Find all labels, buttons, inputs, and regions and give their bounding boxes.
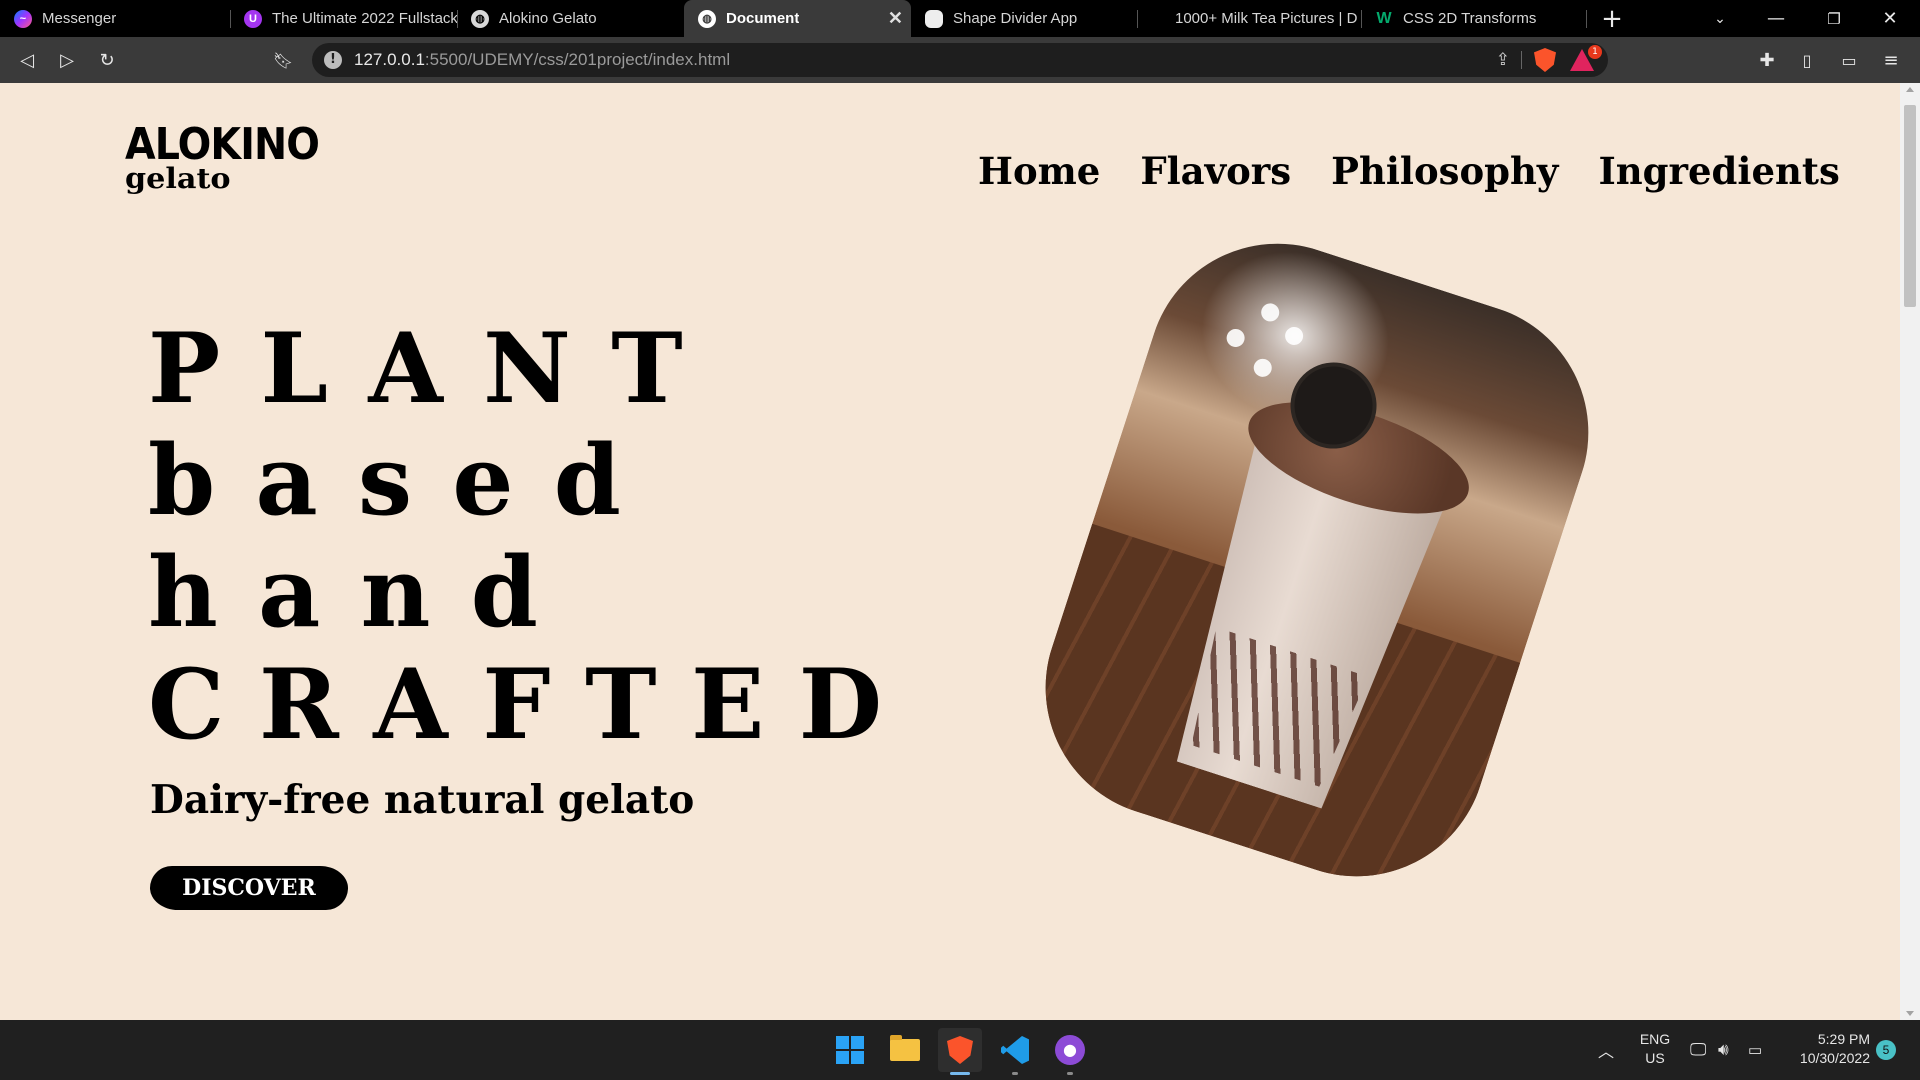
- bookmark-icon[interactable]: 🔖︎: [270, 47, 296, 73]
- shape-icon: [925, 9, 943, 28]
- bokeh-light: [1282, 324, 1306, 348]
- nav-home[interactable]: Home: [978, 149, 1100, 193]
- site-logo[interactable]: ALOKINO gelato: [125, 119, 320, 193]
- tab-css-2d-transforms[interactable]: W CSS 2D Transforms: [1361, 0, 1586, 37]
- running-indicator: [950, 1072, 970, 1075]
- hero-line-based: based: [148, 424, 662, 537]
- region-code: US: [1645, 1050, 1665, 1066]
- url-host: 127.0.0.1: [354, 50, 425, 69]
- restore-button[interactable]: ❐: [1810, 0, 1858, 37]
- network-icon[interactable]: 🖵︎: [1690, 1020, 1706, 1080]
- url-path: :5500/UDEMY/css/201project/index.html: [424, 50, 731, 69]
- main-nav: Home Flavors Philosophy Ingredients: [978, 149, 1840, 193]
- site-info-icon[interactable]: !: [324, 51, 342, 69]
- nav-flavors[interactable]: Flavors: [1140, 149, 1291, 193]
- volume-icon[interactable]: 🔊︎: [1718, 1020, 1729, 1080]
- tab-title: Alokino Gelato: [499, 10, 597, 27]
- logo-line2: gelato: [125, 162, 231, 195]
- messenger-icon: ~: [14, 9, 32, 28]
- address-bar[interactable]: ! 127.0.0.1:5500/UDEMY/css/201project/in…: [312, 43, 1608, 77]
- globe-icon: ◍: [471, 9, 489, 28]
- file-explorer-icon[interactable]: [889, 1034, 921, 1066]
- scrollbar-thumb[interactable]: [1904, 105, 1916, 307]
- page-scrollbar[interactable]: [1900, 83, 1920, 1020]
- extensions-icon[interactable]: ✚: [1754, 47, 1780, 73]
- w3schools-icon: W: [1376, 9, 1392, 27]
- windows-taskbar: ● ︿ ENG US 🖵︎ 🔊︎ ▭ 5:29 PM 10/30/2022 5: [0, 1020, 1920, 1080]
- notification-badge[interactable]: 5: [1876, 1040, 1896, 1060]
- tab-search-chevron-icon[interactable]: ⌄: [1696, 0, 1744, 37]
- bokeh-light: [1224, 326, 1247, 350]
- tab-milk-tea[interactable]: 1000+ Milk Tea Pictures | D: [1137, 0, 1361, 37]
- globe-icon: ◍: [698, 9, 716, 28]
- tab-title: The Ultimate 2022 Fullstack: [272, 10, 457, 27]
- running-indicator: [1067, 1072, 1073, 1075]
- scroll-up-icon[interactable]: [1906, 87, 1914, 92]
- hero-line-hand: hand: [148, 536, 579, 649]
- language-code: ENG: [1639, 1031, 1671, 1047]
- tab-title: Document: [726, 10, 800, 27]
- scroll-down-icon[interactable]: [1906, 1011, 1914, 1016]
- nav-philosophy[interactable]: Philosophy: [1331, 149, 1558, 193]
- vscode-icon: [1001, 1036, 1029, 1064]
- tab-title: Messenger: [42, 10, 117, 27]
- plus-icon: +: [1601, 3, 1623, 34]
- folder-icon: [890, 1035, 920, 1061]
- url-text[interactable]: 127.0.0.1:5500/UDEMY/css/201project/inde…: [354, 50, 730, 70]
- tab-udemy[interactable]: U The Ultimate 2022 Fullstack: [230, 0, 457, 37]
- system-clock[interactable]: 5:29 PM 10/30/2022: [1780, 1030, 1870, 1068]
- brave-taskbar-icon[interactable]: [938, 1028, 982, 1072]
- clock-date: 10/30/2022: [1799, 1050, 1870, 1066]
- back-button[interactable]: ◁: [14, 47, 40, 73]
- share-icon[interactable]: ⇪: [1496, 50, 1510, 70]
- clock-time: 5:29 PM: [1817, 1031, 1870, 1047]
- start-button[interactable]: [834, 1034, 866, 1066]
- vscode-taskbar-icon[interactable]: [999, 1034, 1031, 1066]
- page-viewport: ALOKINO gelato Home Flavors Philosophy I…: [0, 83, 1900, 1020]
- close-window-button[interactable]: ✕: [1866, 0, 1914, 37]
- bokeh-light: [1251, 356, 1275, 380]
- github-icon: ●: [1055, 1035, 1085, 1065]
- hero-subtitle: Dairy-free natural gelato: [150, 777, 695, 823]
- windows-logo-icon: [836, 1036, 864, 1064]
- forward-button[interactable]: ▷: [54, 47, 80, 73]
- hero-line-plant: PLANT: [148, 312, 723, 425]
- language-indicator[interactable]: ENG US: [1638, 1030, 1672, 1068]
- sidebar-icon[interactable]: ▯: [1794, 47, 1820, 73]
- discover-button[interactable]: DISCOVER: [150, 866, 348, 910]
- bokeh-light: [1258, 301, 1282, 324]
- hero-heading: PLANT based hand CRAFTED: [148, 313, 917, 761]
- brave-shields-icon[interactable]: [1534, 48, 1556, 72]
- browser-tab-strip: ~ Messenger U The Ultimate 2022 Fullstac…: [0, 0, 1920, 37]
- nav-ingredients[interactable]: Ingredients: [1598, 149, 1839, 193]
- tab-title: Shape Divider App: [953, 10, 1078, 27]
- wallet-icon[interactable]: ▭: [1836, 47, 1862, 73]
- reload-button[interactable]: ↻: [94, 47, 120, 73]
- battery-icon[interactable]: ▭: [1748, 1020, 1762, 1080]
- tab-document[interactable]: ◍ Document ✕: [684, 0, 911, 37]
- menu-icon[interactable]: ≡: [1878, 47, 1904, 73]
- github-desktop-taskbar-icon[interactable]: ●: [1054, 1034, 1086, 1066]
- hero-line-crafted: CRAFTED: [148, 648, 917, 761]
- tab-shape-divider[interactable]: Shape Divider App: [911, 0, 1137, 37]
- udemy-icon: U: [244, 9, 262, 28]
- rewards-badge: 1: [1588, 45, 1602, 59]
- brave-icon: [947, 1036, 973, 1064]
- tab-title: 1000+ Milk Tea Pictures | D: [1175, 10, 1358, 27]
- browser-toolbar: ◁ ▷ ↻ 🔖︎ ! 127.0.0.1:5500/UDEMY/css/201p…: [0, 37, 1920, 83]
- show-hidden-icons-chevron-icon[interactable]: ︿: [1598, 1020, 1614, 1080]
- close-tab-icon[interactable]: ✕: [888, 8, 903, 29]
- url-divider: [1521, 51, 1522, 69]
- tab-messenger[interactable]: ~ Messenger: [0, 0, 230, 37]
- logo-line1: ALOKINO: [125, 119, 320, 170]
- product-image: [1011, 209, 1623, 911]
- minimize-button[interactable]: —: [1752, 0, 1800, 37]
- running-indicator: [1012, 1072, 1018, 1075]
- new-tab-button[interactable]: +: [1588, 0, 1636, 37]
- tab-title: CSS 2D Transforms: [1403, 10, 1537, 27]
- tab-separator: [1586, 10, 1587, 28]
- tab-alokino-gelato[interactable]: ◍ Alokino Gelato: [457, 0, 684, 37]
